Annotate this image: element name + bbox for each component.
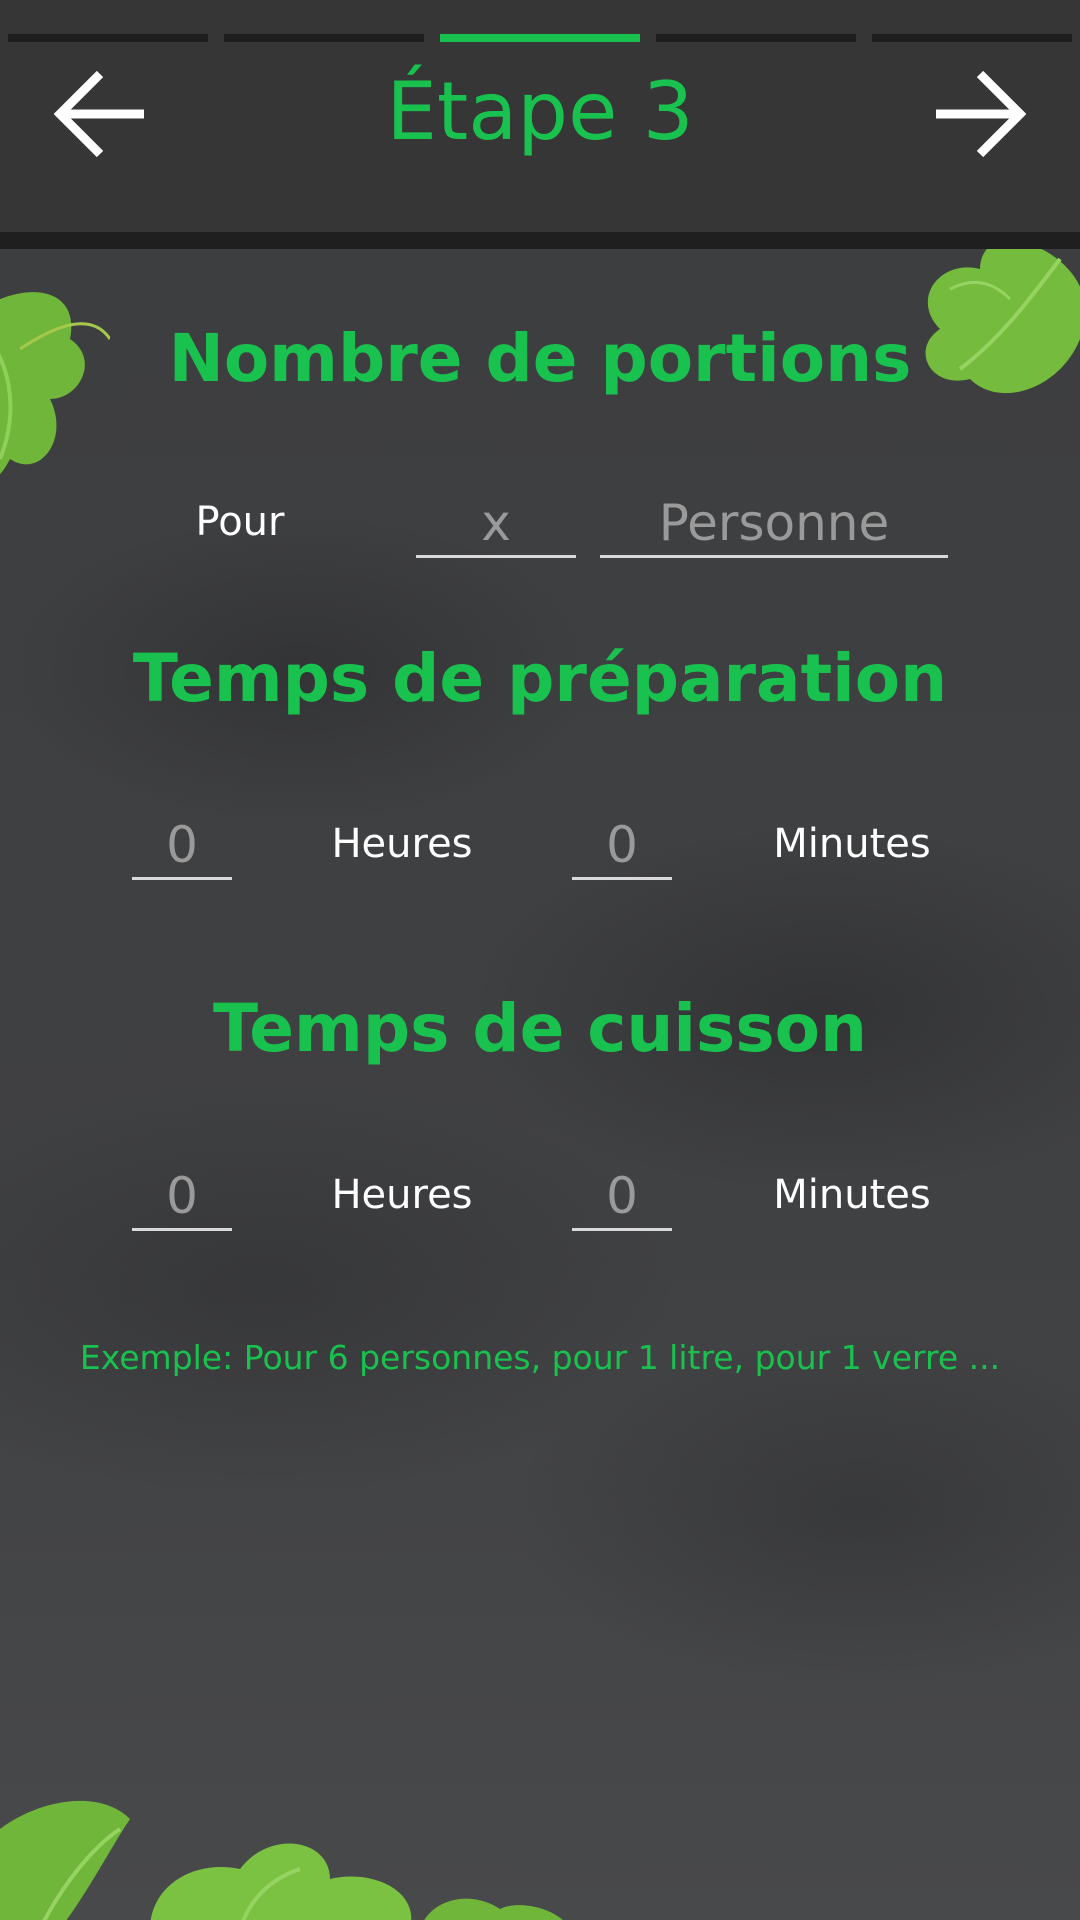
cooking-hours-label: Heures (331, 1172, 473, 1218)
cooking-minutes-input[interactable]: 0 (572, 1166, 672, 1231)
portions-prefix-label: Pour (195, 499, 285, 545)
next-button[interactable] (928, 64, 1028, 164)
preparation-minutes-label: Minutes (773, 821, 931, 867)
preparation-hours-label: Heures (331, 821, 473, 867)
page-title: Étape 3 (386, 65, 694, 158)
cooking-minutes-label: Minutes (773, 1172, 931, 1218)
portions-quantity-input[interactable]: x (416, 493, 576, 558)
step-indicator-1 (8, 34, 208, 42)
cooking-hours-input[interactable]: 0 (132, 1166, 232, 1231)
arrow-right-icon (936, 70, 1026, 158)
portions-unit-input[interactable]: Personne (600, 493, 948, 558)
preparation-hours-input[interactable]: 0 (132, 815, 232, 880)
step-indicator-5 (872, 34, 1072, 42)
example-hint: Exemple: Pour 6 personnes, pour 1 litre,… (79, 1338, 1001, 1377)
arrow-left-icon (54, 70, 144, 158)
leaf-decoration-bottom (0, 1800, 563, 1920)
step-indicator-2 (224, 34, 424, 42)
preparation-minutes-input[interactable]: 0 (572, 815, 672, 880)
back-button[interactable] (52, 64, 152, 164)
top-bar-divider (0, 232, 1080, 249)
preparation-time-title: Temps de préparation (132, 640, 948, 717)
step-indicator-4 (656, 34, 856, 42)
step-indicator-3 (440, 34, 640, 42)
main-content: Nombre de portions Pour x Personne Temps… (0, 249, 1080, 1920)
cooking-time-title: Temps de cuisson (213, 990, 867, 1067)
top-bar: Étape 3 (0, 0, 1080, 232)
portions-title: Nombre de portions (168, 320, 912, 397)
